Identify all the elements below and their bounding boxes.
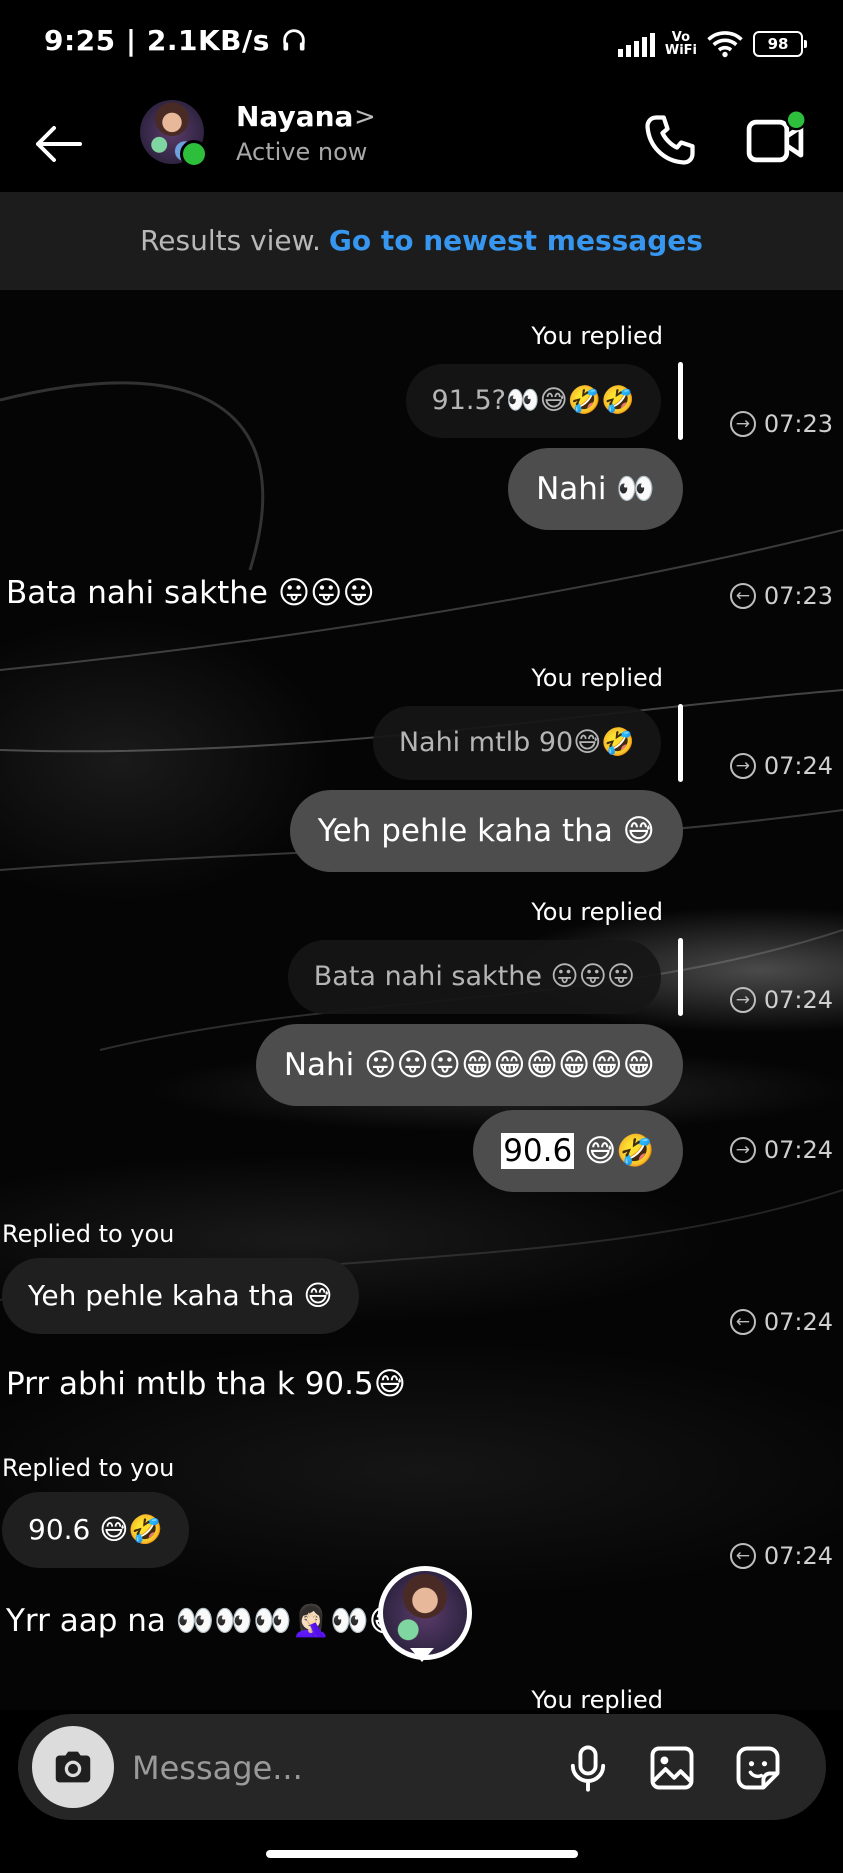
forward-arrow-icon: → <box>729 1137 756 1163</box>
quoted-message[interactable]: 91.5?👀😅🤣🤣 <box>405 364 661 438</box>
outgoing-message[interactable]: Nahi 👀 <box>508 448 683 530</box>
results-view-banner: Results view. Go to newest messages <box>0 192 843 290</box>
incoming-message[interactable]: Bata nahi sakthe 😛😛😛 <box>6 575 375 611</box>
seen-avatar <box>378 1566 472 1660</box>
message-timestamp: → 07:24 <box>729 1136 833 1164</box>
reply-label: Replied to you <box>2 1220 175 1248</box>
status-bar: 9:25 | 2.1KB/s Vo WiFi 98 <box>0 0 843 90</box>
online-indicator <box>180 140 208 168</box>
headphones-icon <box>283 29 305 51</box>
chat-header: Nayana > Active now <box>0 90 843 192</box>
signal-icon <box>617 31 655 57</box>
message-timestamp: ← 07:24 <box>729 1542 833 1570</box>
forward-arrow-icon: → <box>729 987 756 1013</box>
phone-icon[interactable] <box>640 110 700 170</box>
status-time-speed: 9:25 | 2.1KB/s <box>44 24 308 57</box>
quoted-message[interactable]: 90.6 😅🤣 <box>2 1492 190 1568</box>
incoming-message[interactable]: Prr abhi mtlb tha k 90.5😅 <box>6 1366 406 1402</box>
reply-arrow-icon: ← <box>729 583 756 609</box>
video-camera-icon[interactable] <box>742 108 808 174</box>
seen-avatar-pointer <box>410 1648 434 1662</box>
camera-icon <box>55 1751 91 1783</box>
quoted-message[interactable]: Bata nahi sakthe 😛😛😛 <box>287 940 661 1014</box>
forward-arrow-icon: → <box>729 753 756 779</box>
reply-label: You replied <box>531 664 663 692</box>
search-highlight: 90.6 <box>501 1133 575 1169</box>
reply-divider <box>678 704 683 782</box>
chevron-right-icon[interactable]: > <box>354 102 376 132</box>
forward-arrow-icon: → <box>729 411 756 437</box>
camera-button[interactable] <box>32 1726 114 1808</box>
message-timestamp: → 07:24 <box>729 986 833 1014</box>
reply-divider <box>678 362 683 440</box>
message-timestamp: → 07:24 <box>729 752 833 780</box>
sticker-icon[interactable] <box>732 1742 784 1794</box>
microphone-icon[interactable] <box>562 1742 614 1794</box>
wifi-icon <box>707 31 743 58</box>
contact-status: Active now <box>236 138 368 166</box>
reply-divider <box>678 938 683 1016</box>
incoming-message[interactable]: Yrr aap na 👀👀👀🤦🏻‍♀️👀😅 <box>6 1602 401 1639</box>
go-to-newest-link[interactable]: Go to newest messages <box>329 224 703 257</box>
home-indicator <box>266 1850 578 1858</box>
battery-icon: 98 <box>753 31 807 57</box>
reply-arrow-icon: ← <box>729 1543 756 1569</box>
reply-arrow-icon: ← <box>729 1309 756 1335</box>
quoted-message[interactable]: Yeh pehle kaha tha 😅 <box>2 1258 359 1334</box>
message-timestamp: ← 07:23 <box>729 582 833 610</box>
gallery-icon[interactable] <box>646 1742 698 1794</box>
message-input[interactable] <box>130 1742 464 1794</box>
message-timestamp: ← 07:24 <box>729 1308 833 1336</box>
reply-label: You replied <box>531 898 663 926</box>
message-timestamp: → 07:23 <box>729 410 833 438</box>
results-view-label: Results view. <box>140 224 321 257</box>
vowifi-indicator: Vo WiFi <box>664 30 697 58</box>
reply-label: You replied <box>531 1686 663 1714</box>
quoted-message[interactable]: Nahi mtlb 90😅🤣 <box>372 706 661 780</box>
outgoing-message[interactable]: 90.6 😅🤣 <box>473 1110 683 1192</box>
back-arrow-icon[interactable] <box>30 116 86 172</box>
outgoing-message[interactable]: Nahi 😛😛😛😁😁😁😁😁😁 <box>255 1024 683 1106</box>
outgoing-message[interactable]: Yeh pehle kaha tha 😅 <box>289 790 683 872</box>
message-composer <box>18 1714 826 1820</box>
reply-label: Replied to you <box>2 1454 175 1482</box>
contact-name[interactable]: Nayana <box>236 100 353 133</box>
reply-label: You replied <box>531 322 663 350</box>
